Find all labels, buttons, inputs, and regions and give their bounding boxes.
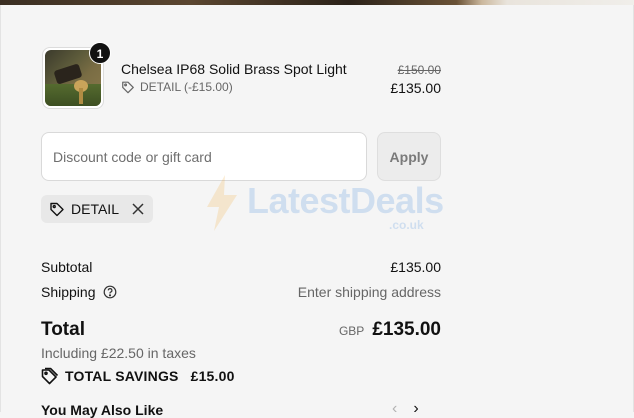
lightning-bolt-icon	[207, 175, 237, 231]
recommendations-title: You May Also Like	[41, 402, 164, 418]
shipping-label: Shipping	[41, 284, 96, 300]
carousel-prev-button[interactable]: ‹	[392, 400, 397, 418]
panel-left-border	[0, 5, 1, 412]
product-name: Chelsea IP68 Solid Brass Spot Light	[121, 61, 347, 77]
shipping-value: Enter shipping address	[297, 284, 441, 300]
discount-code-input[interactable]	[41, 132, 367, 181]
hero-image-strip	[0, 0, 634, 5]
remove-discount-icon[interactable]	[131, 202, 145, 216]
tag-icon	[122, 81, 134, 94]
carousel-controls: ‹ ›	[392, 400, 419, 418]
currency-code: GBP	[338, 324, 365, 338]
help-icon[interactable]	[103, 285, 117, 299]
applied-discount-code: DETAIL	[71, 201, 119, 217]
subtotal-label: Subtotal	[41, 259, 93, 275]
total-savings: TOTAL SAVINGS £15.00	[41, 367, 235, 385]
total-amount: £135.00	[372, 319, 441, 340]
savings-label: TOTAL SAVINGS	[65, 368, 179, 384]
quantity-badge: 1	[89, 42, 111, 64]
apply-button[interactable]: Apply	[377, 132, 441, 181]
product-discount: DETAIL (-£15.00)	[121, 80, 233, 94]
savings-value: £15.00	[190, 368, 235, 384]
product-discount-label: DETAIL (-£15.00)	[140, 80, 233, 94]
watermark: LatestDeals .co.uk	[203, 175, 444, 235]
product-price: £135.00	[390, 80, 441, 96]
watermark-text: LatestDeals	[247, 180, 444, 221]
total-value-group: GBP £135.00	[339, 319, 441, 341]
taxes-note: Including £22.50 in taxes	[41, 345, 196, 361]
shipping-label-group: Shipping	[41, 284, 117, 300]
applied-discount-chip: DETAIL	[41, 195, 153, 223]
total-label: Total	[41, 319, 85, 340]
subtotal-row: Subtotal £135.00	[41, 259, 441, 275]
shipping-row: Shipping Enter shipping address	[41, 284, 441, 300]
watermark-subtext: .co.uk	[389, 218, 424, 232]
subtotal-value: £135.00	[390, 259, 441, 275]
carousel-next-button[interactable]: ›	[413, 400, 418, 418]
product-original-price: £150.00	[397, 63, 441, 77]
savings-tag-icon	[41, 367, 59, 385]
tag-icon	[50, 202, 64, 217]
